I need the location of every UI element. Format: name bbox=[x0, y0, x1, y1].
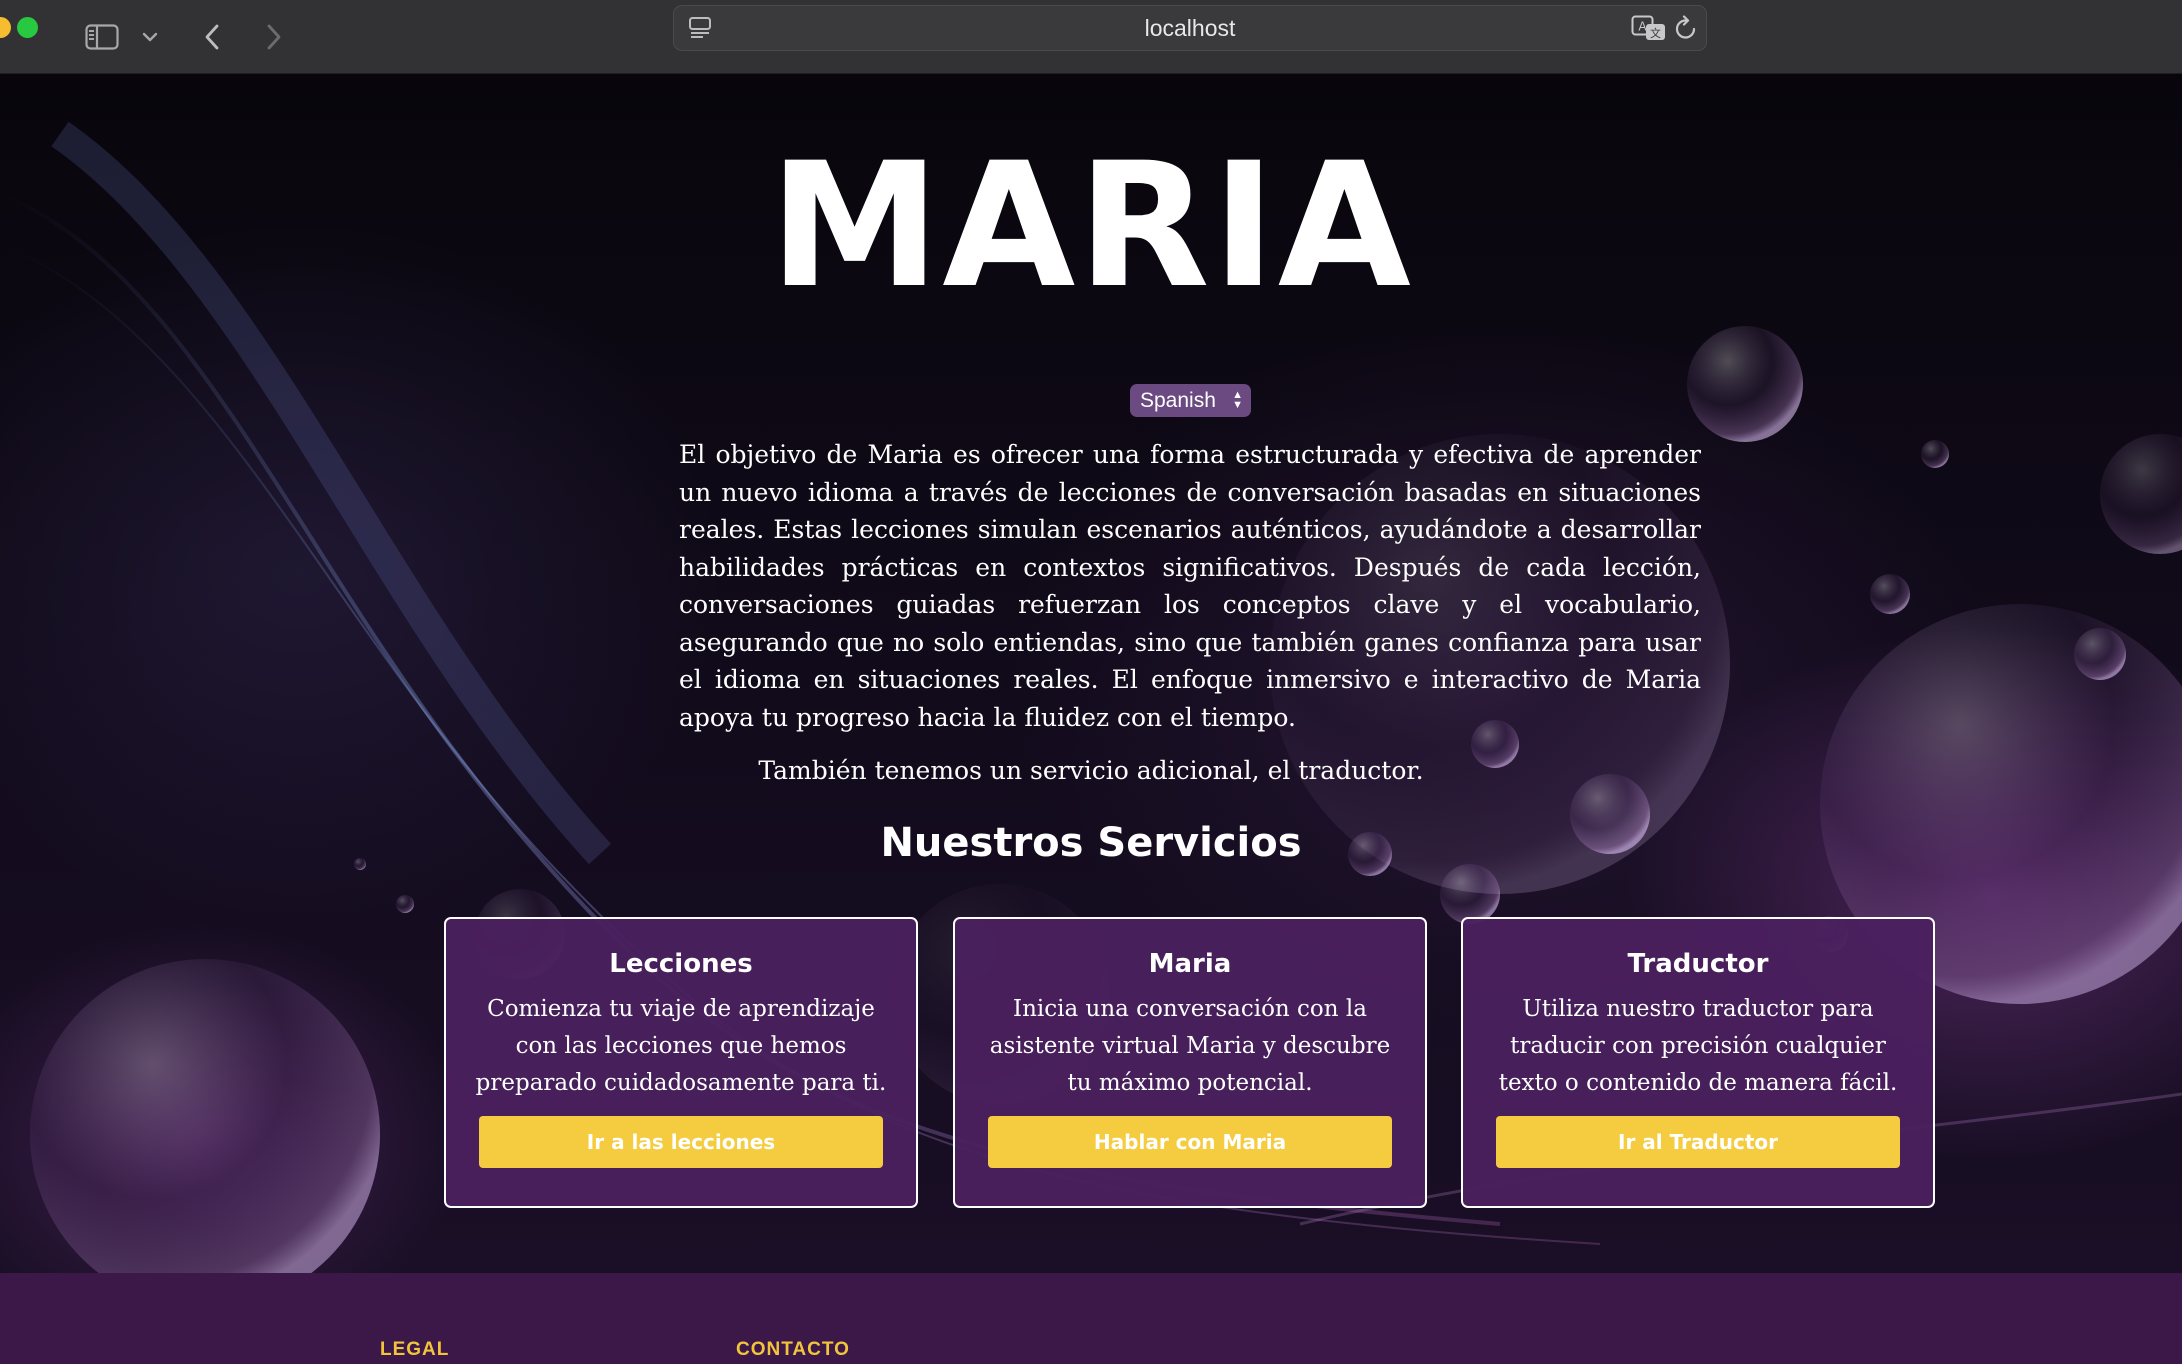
card-title: Maria bbox=[1148, 949, 1232, 979]
browser-toolbar: localhost A文 bbox=[0, 0, 2182, 74]
intro-paragraph: El objetivo de Maria es ofrecer una form… bbox=[679, 440, 1701, 732]
language-select[interactable]: Spanish ▲ ▼ bbox=[1130, 384, 1251, 417]
site-title: MARIA bbox=[769, 125, 1413, 326]
service-card-lessons: Lecciones Comienza tu viaje de aprendiza… bbox=[444, 917, 918, 1208]
reload-icon[interactable] bbox=[1674, 6, 1698, 50]
card-title: Lecciones bbox=[609, 949, 753, 979]
zoom-window-button[interactable] bbox=[17, 17, 38, 38]
card-description: Utiliza nuestro traductor para traducir … bbox=[1498, 996, 1898, 1096]
minimize-window-button[interactable] bbox=[0, 17, 11, 38]
talk-to-maria-button[interactable]: Hablar con Maria bbox=[988, 1116, 1392, 1168]
chevron-down-icon[interactable] bbox=[140, 0, 160, 73]
language-select-value: Spanish bbox=[1140, 388, 1216, 412]
card-description: Inicia una conversación con la asistente… bbox=[989, 996, 1391, 1096]
footer: LEGAL CONTACTO bbox=[0, 1273, 2182, 1364]
svg-text:文: 文 bbox=[1650, 26, 1661, 40]
service-card-translator: Traductor Utiliza nuestro traductor para… bbox=[1461, 917, 1935, 1208]
url-text: localhost bbox=[1144, 15, 1236, 41]
footer-legal-heading: LEGAL bbox=[380, 1339, 450, 1360]
forward-arrow-icon[interactable] bbox=[262, 0, 286, 73]
card-description: Comienza tu viaje de aprendizaje con las… bbox=[475, 996, 887, 1096]
go-to-lessons-button[interactable]: Ir a las lecciones bbox=[479, 1116, 883, 1168]
select-arrows-icon: ▲ ▼ bbox=[1232, 389, 1243, 411]
card-title: Traductor bbox=[1627, 949, 1769, 979]
hero-section: MARIA Spanish ▲ ▼ El objetivo de Maria es… bbox=[0, 74, 2182, 1274]
translate-icon[interactable]: A文 bbox=[1631, 6, 1667, 50]
go-to-translator-button[interactable]: Ir al Traductor bbox=[1496, 1116, 1900, 1168]
address-bar[interactable]: localhost A文 bbox=[673, 5, 1707, 51]
sidebar-icon[interactable] bbox=[84, 0, 120, 73]
extra-service-text: También tenemos un servicio adicional, e… bbox=[758, 756, 1424, 785]
service-card-maria: Maria Inicia una conversación con la asi… bbox=[953, 917, 1427, 1208]
services-heading: Nuestros Servicios bbox=[880, 820, 1302, 866]
footer-contact-heading: CONTACTO bbox=[736, 1339, 850, 1360]
back-arrow-icon[interactable] bbox=[200, 0, 224, 73]
